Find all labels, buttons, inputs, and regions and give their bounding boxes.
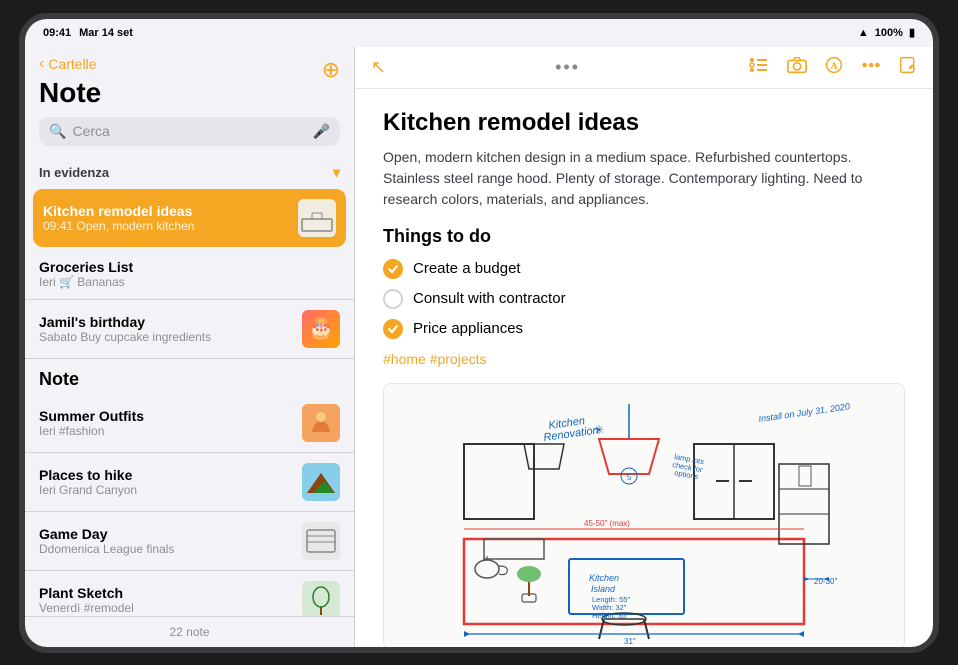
featured-section-header: In evidenza ▾ <box>25 154 354 187</box>
notes-title: Note <box>39 77 340 109</box>
note-item-gameday[interactable]: Game Day Ddomenica League finals <box>25 512 354 571</box>
status-date: Mar 14 set <box>79 27 133 39</box>
note-main-title: Kitchen remodel ideas <box>383 109 905 137</box>
note-text-kitchen: Kitchen remodel ideas 09:41 Open, modern… <box>43 203 290 233</box>
note-item-plant[interactable]: Plant Sketch Venerdì #remodel <box>25 571 354 616</box>
note-title-birthday: Jamil's birthday <box>39 314 294 330</box>
todo-checkbox-budget[interactable] <box>383 259 403 279</box>
note-title-plant: Plant Sketch <box>39 585 294 601</box>
content-area: ‹ Cartelle Note 🔍 Cerca 🎤 ⊕ In evidenza … <box>25 47 933 647</box>
search-icon: 🔍 <box>49 123 66 140</box>
svg-text:✳: ✳ <box>594 423 604 437</box>
status-time: 09:41 <box>43 27 71 39</box>
todo-checkbox-appliances[interactable] <box>383 319 403 339</box>
svg-text:31": 31" <box>624 637 636 644</box>
wifi-icon: ▲ <box>858 27 869 39</box>
resize-icon[interactable]: ↖ <box>371 57 386 78</box>
battery-label: 100% <box>875 27 903 39</box>
notes-count: 22 note <box>169 625 209 639</box>
status-bar-left: 09:41 Mar 14 set <box>43 27 133 39</box>
featured-notes-container: Kitchen remodel ideas 09:41 Open, modern… <box>25 187 354 249</box>
note-thumbnail-hike <box>302 463 340 501</box>
bottom-bar: 22 note <box>25 616 354 647</box>
note-title-kitchen: Kitchen remodel ideas <box>43 203 290 219</box>
camera-icon[interactable] <box>787 56 807 79</box>
right-panel: ↖ ••• A <box>355 47 933 647</box>
note-thumbnail-plant <box>302 581 340 616</box>
things-to-do-title: Things to do <box>383 226 905 247</box>
ipad-frame: 09:41 Mar 14 set ▲ 100% ▮ ‹ Cartelle Not… <box>19 13 939 653</box>
svg-text:Island: Island <box>591 584 616 594</box>
note-item-birthday[interactable]: Jamil's birthday Sabato Buy cupcake ingr… <box>25 300 354 359</box>
more-icon: ⊕ <box>322 57 340 82</box>
note-meta-hike: Ieri Grand Canyon <box>39 483 294 497</box>
todo-label-appliances: Price appliances <box>413 320 523 337</box>
more-button[interactable]: ⊕ <box>322 57 340 83</box>
note-thumbnail-birthday: 🎂 <box>302 310 340 348</box>
note-meta-summer: Ieri #fashion <box>39 424 294 438</box>
todo-item-contractor: Consult with contractor <box>383 289 905 309</box>
note-text-groceries: Groceries List Ieri 🛒 Bananas <box>39 259 340 289</box>
note-item-hike[interactable]: Places to hike Ieri Grand Canyon <box>25 453 354 512</box>
back-button[interactable]: ‹ Cartelle <box>39 55 340 73</box>
share-more-icon[interactable] <box>861 56 881 79</box>
kitchen-thumb-svg <box>298 199 336 237</box>
note-meta-gameday: Ddomenica League finals <box>39 542 294 556</box>
search-input[interactable]: Cerca <box>72 123 306 139</box>
note-meta-kitchen: 09:41 Open, modern kitchen <box>43 219 290 233</box>
note-thumbnail-kitchen <box>298 199 336 237</box>
svg-text:Kitchen: Kitchen <box>589 573 619 583</box>
note-title-hike: Places to hike <box>39 467 294 483</box>
toolbar-dots: ••• <box>555 57 580 78</box>
note-meta-groceries: Ieri 🛒 Bananas <box>39 275 340 289</box>
note-thumbnail-summer <box>302 404 340 442</box>
note-meta-birthday: Sabato Buy cupcake ingredients <box>39 330 294 344</box>
note-text-gameday: Game Day Ddomenica League finals <box>39 526 294 556</box>
tags-line: #home #projects <box>383 351 905 367</box>
note-title-summer: Summer Outfits <box>39 408 294 424</box>
marker-icon[interactable]: A <box>825 56 843 79</box>
note-title-gameday: Game Day <box>39 526 294 542</box>
todo-label-budget: Create a budget <box>413 260 521 277</box>
note-description: Open, modern kitchen design in a medium … <box>383 147 905 210</box>
search-bar[interactable]: 🔍 Cerca 🎤 <box>39 117 340 146</box>
svg-text:45-50" (max): 45-50" (max) <box>584 519 630 528</box>
chevron-down-icon[interactable]: ▾ <box>333 164 340 181</box>
todo-item-budget: Create a budget <box>383 259 905 279</box>
todo-checkbox-contractor[interactable] <box>383 289 403 309</box>
notes-section-label: Note <box>25 359 354 394</box>
sketch-area: Install on July 31, 2020 Kitchen Renovat… <box>383 383 905 647</box>
todo-label-contractor: Consult with contractor <box>413 290 566 307</box>
note-text-birthday: Jamil's birthday Sabato Buy cupcake ingr… <box>39 314 294 344</box>
back-chevron-icon: ‹ <box>39 55 44 73</box>
svg-text:A: A <box>830 61 837 72</box>
toolbar-right-icons: A <box>749 56 917 79</box>
note-text-hike: Places to hike Ieri Grand Canyon <box>39 467 294 497</box>
note-body: Kitchen remodel ideas Open, modern kitch… <box>355 89 933 647</box>
back-label: Cartelle <box>48 56 96 72</box>
mic-icon: 🎤 <box>313 123 330 140</box>
left-header: ‹ Cartelle Note 🔍 Cerca 🎤 ⊕ <box>25 47 354 154</box>
kitchen-sketch-svg: Install on July 31, 2020 Kitchen Renovat… <box>384 384 904 644</box>
battery-icon: ▮ <box>909 26 915 39</box>
status-bar-right: ▲ 100% ▮ <box>858 26 915 39</box>
svg-text:Height: 35": Height: 35" <box>592 611 629 620</box>
note-item-kitchen[interactable]: Kitchen remodel ideas 09:41 Open, modern… <box>33 189 346 247</box>
note-thumbnail-gameday <box>302 522 340 560</box>
note-item-summer[interactable]: Summer Outfits Ieri #fashion <box>25 394 354 453</box>
list-icon[interactable] <box>749 56 769 79</box>
note-text-summer: Summer Outfits Ieri #fashion <box>39 408 294 438</box>
todo-item-appliances: Price appliances <box>383 319 905 339</box>
featured-label: In evidenza <box>39 165 109 180</box>
note-text-plant: Plant Sketch Venerdì #remodel <box>39 585 294 615</box>
note-item-groceries[interactable]: Groceries List Ieri 🛒 Bananas <box>25 249 354 300</box>
note-toolbar: ↖ ••• A <box>355 47 933 89</box>
svg-text:5: 5 <box>627 473 632 482</box>
status-bar: 09:41 Mar 14 set ▲ 100% ▮ <box>25 19 933 47</box>
edit-icon[interactable] <box>899 56 917 79</box>
note-title-groceries: Groceries List <box>39 259 340 275</box>
left-panel: ‹ Cartelle Note 🔍 Cerca 🎤 ⊕ In evidenza … <box>25 47 355 647</box>
note-meta-plant: Venerdì #remodel <box>39 601 294 615</box>
note-list: In evidenza ▾ Kitchen remodel ideas 09:4… <box>25 154 354 616</box>
